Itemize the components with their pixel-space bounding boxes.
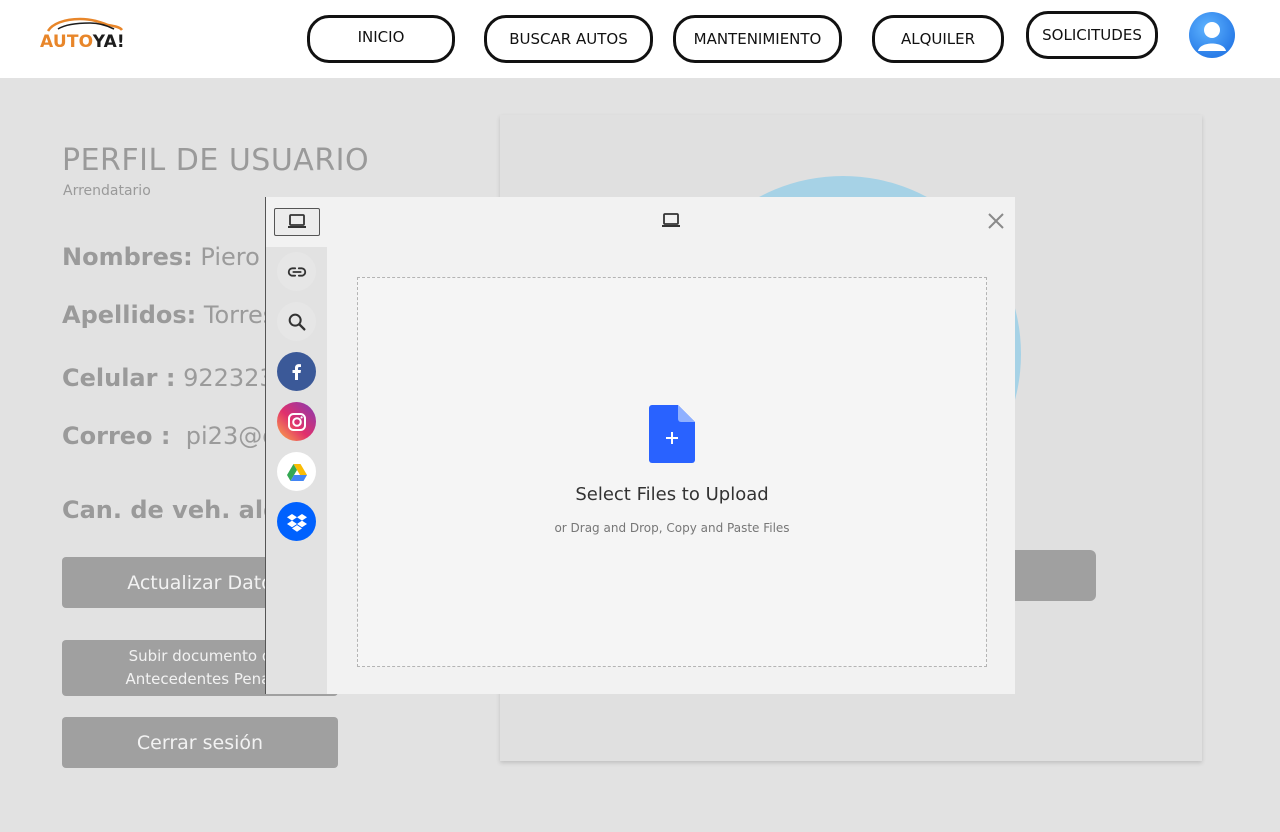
file-upload-modal: Select Files to Upload or Drag and Drop,…: [265, 197, 1015, 694]
car-silhouette-icon: [46, 17, 124, 32]
upload-source-sidebar: [266, 247, 327, 694]
celular-row: Celular : 9223239: [62, 364, 290, 392]
vehiculos-label: Can. de veh. alqu: [62, 496, 298, 524]
nav-buscar-autos-label: BUSCAR AUTOS: [509, 30, 628, 48]
facebook-icon: [292, 363, 301, 380]
autoya-logo[interactable]: AUTOYA!: [38, 14, 128, 56]
source-google-drive-button[interactable]: [277, 452, 316, 491]
user-role: Arrendatario: [63, 183, 151, 199]
nombres-label: Nombres:: [62, 243, 193, 271]
user-avatar[interactable]: [1189, 12, 1235, 58]
nav-alquiler-button[interactable]: ALQUILER: [872, 15, 1004, 63]
logo-auto: AUTO: [40, 32, 93, 52]
instagram-icon: [287, 412, 306, 431]
nav-alquiler-label: ALQUILER: [900, 30, 976, 48]
subir-documento-label-1: Subir documento d: [128, 647, 272, 665]
nav-mantenimiento-button[interactable]: MANTENIMIENTO: [673, 15, 842, 63]
link-icon: [287, 266, 306, 277]
vehiculos-row: Can. de veh. alqu: [62, 496, 297, 524]
source-instagram-button[interactable]: [277, 402, 316, 441]
dropbox-icon: [286, 513, 307, 532]
nav-mantenimiento-label: MANTENIMIENTO: [693, 30, 822, 48]
logo-text: AUTOYA!: [40, 32, 125, 52]
source-link-button[interactable]: [277, 252, 316, 291]
user-icon: [1198, 22, 1226, 51]
modal-close-button[interactable]: [986, 211, 1006, 231]
search-icon: [288, 313, 306, 331]
drop-zone-title: Select Files to Upload: [575, 484, 769, 505]
cerrar-sesion-label: Cerrar sesión: [136, 731, 264, 754]
computer-icon: [288, 214, 306, 228]
source-dropbox-button[interactable]: [277, 502, 316, 541]
add-file-icon[interactable]: [649, 405, 695, 463]
cerrar-sesion-button[interactable]: Cerrar sesión: [62, 717, 338, 768]
nav-inicio-button[interactable]: INICIO: [307, 15, 455, 63]
nav-solicitudes-label: SOLICITUDES: [1042, 26, 1142, 44]
file-drop-zone[interactable]: Select Files to Upload or Drag and Drop,…: [357, 277, 987, 667]
source-facebook-button[interactable]: [277, 352, 316, 391]
celular-label: Celular :: [62, 364, 176, 392]
nav-solicitudes-button[interactable]: SOLICITUDES: [1026, 11, 1158, 59]
correo-value: pi23@g: [185, 422, 278, 450]
correo-row: Correo : pi23@g: [62, 422, 277, 450]
correo-label: Correo :: [62, 422, 171, 450]
page-title: PERFIL DE USUARIO: [62, 143, 370, 178]
source-search-button[interactable]: [277, 302, 316, 341]
logo-ya: YA!: [92, 32, 125, 52]
close-icon: [988, 213, 1004, 229]
actualizar-datos-label: Actualizar Dato: [127, 571, 273, 594]
source-computer-tab[interactable]: [274, 208, 320, 236]
apellidos-label: Apellidos:: [62, 301, 197, 329]
nombres-row: Nombres: Piero S: [62, 243, 283, 271]
drop-zone-subtitle: or Drag and Drop, Copy and Paste Files: [554, 521, 790, 535]
modal-header-computer-icon: [661, 213, 681, 234]
top-navbar: AUTOYA! INICIO BUSCAR AUTOS MANTENIMIENT…: [0, 0, 1280, 78]
nav-buscar-autos-button[interactable]: BUSCAR AUTOS: [484, 15, 653, 63]
subir-documento-label-2: Antecedentes Penal: [125, 670, 275, 688]
apellidos-row: Apellidos: Torres: [62, 301, 275, 329]
google-drive-icon: [286, 463, 307, 481]
nav-inicio-label: INICIO: [357, 28, 405, 46]
